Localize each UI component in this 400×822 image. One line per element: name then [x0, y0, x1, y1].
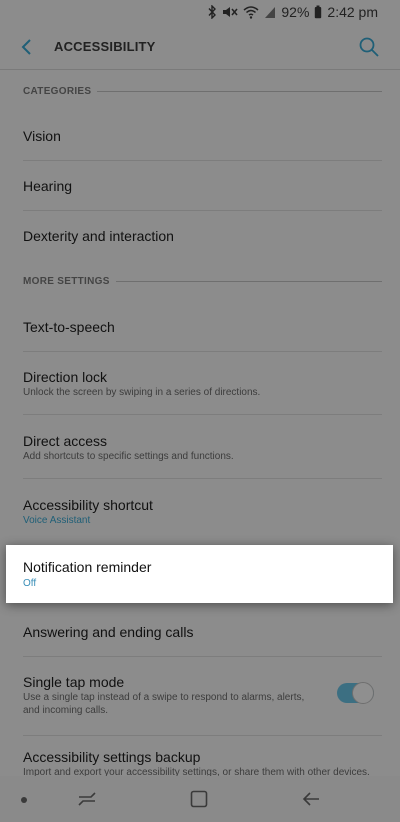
item-title: Direction lock: [23, 369, 108, 385]
app-bar: ACCESSIBILITY: [0, 26, 400, 69]
section-label: CATEGORIES: [23, 85, 92, 97]
status-icons: 92% 2:42 pm: [207, 4, 378, 20]
list-item-vision[interactable]: Vision: [0, 110, 400, 160]
item-title: Text-to-speech: [23, 319, 115, 335]
item-title: Accessibility shortcut: [23, 497, 153, 513]
status-bar: 92% 2:42 pm: [0, 0, 400, 26]
single-tap-toggle[interactable]: [337, 682, 374, 704]
clock: 2:42 pm: [327, 4, 378, 20]
item-title: Notification reminder: [23, 559, 152, 575]
item-title: Direct access: [23, 433, 108, 449]
page-title: ACCESSIBILITY: [54, 39, 156, 54]
item-title: Hearing: [23, 178, 73, 194]
navigation-bar: [0, 776, 400, 822]
item-title: Dexterity and interaction: [23, 228, 174, 244]
list-item-hearing[interactable]: Hearing: [0, 161, 400, 210]
item-subtitle: Unlock the screen by swiping in a series…: [23, 387, 261, 398]
list-item-direct-access[interactable]: Direct access Add shortcuts to specific …: [0, 415, 400, 478]
item-subtitle: Add shortcuts to specific settings and f…: [23, 451, 234, 462]
list-item-answering-calls[interactable]: Answering and ending calls: [0, 607, 400, 655]
item-title: Vision: [23, 128, 61, 144]
mute-icon: [223, 7, 238, 17]
item-title: Accessibility settings backup: [23, 749, 201, 765]
item-subtitle: Off: [23, 578, 37, 589]
item-title: Answering and ending calls: [23, 624, 194, 640]
section-header-categories: CATEGORIES: [23, 83, 382, 99]
nav-back-button[interactable]: [300, 788, 322, 810]
section-rule: [115, 280, 382, 282]
list-item-direction-lock[interactable]: Direction lock Unlock the screen by swip…: [0, 352, 400, 414]
section-rule: [97, 90, 382, 92]
nav-dot-icon[interactable]: [21, 797, 27, 803]
section-header-more-settings: MORE SETTINGS: [23, 273, 382, 289]
list-item-settings-backup[interactable]: Accessibility settings backup Import and…: [0, 736, 400, 776]
list-item-dexterity[interactable]: Dexterity and interaction: [0, 211, 400, 261]
bluetooth-icon: [208, 5, 217, 19]
wifi-icon: [243, 6, 259, 19]
item-subtitle: Use a single tap instead of a swipe to r…: [23, 692, 305, 703]
item-subtitle: Import and export your accessibility set…: [23, 767, 370, 776]
battery-percent: 92%: [281, 4, 310, 20]
toggle-knob: [352, 682, 374, 704]
recent-apps-icon: [78, 792, 96, 806]
chevron-left-icon: [21, 39, 31, 55]
search-button[interactable]: [358, 36, 380, 58]
app-bar-divider: [0, 69, 400, 70]
back-arrow-icon: [302, 792, 319, 806]
item-subtitle: and incoming calls.: [23, 705, 109, 716]
recent-apps-button[interactable]: [76, 788, 98, 810]
item-title: Single tap mode: [23, 674, 125, 690]
home-icon: [190, 790, 208, 808]
battery-icon: [315, 5, 322, 19]
list-item-accessibility-shortcut[interactable]: Accessibility shortcut Voice Assistant: [0, 479, 400, 543]
list-item-text-to-speech[interactable]: Text-to-speech: [0, 300, 400, 351]
search-icon: [359, 37, 379, 57]
section-label: MORE SETTINGS: [23, 275, 110, 287]
signal-icon: [265, 7, 276, 18]
home-button[interactable]: [188, 788, 210, 810]
back-button[interactable]: [16, 36, 38, 58]
list-item-notification-reminder[interactable]: Notification reminder Off: [6, 545, 393, 603]
item-subtitle: Voice Assistant: [23, 515, 91, 526]
